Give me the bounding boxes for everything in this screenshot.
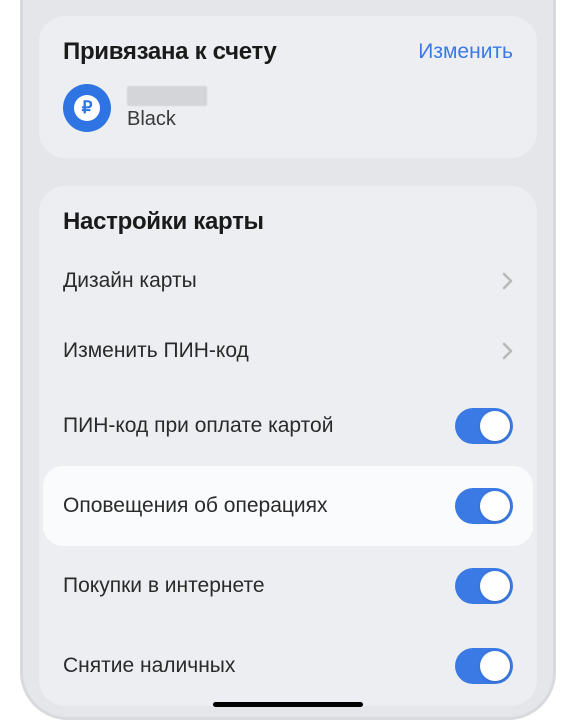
account-name-redacted: [127, 86, 207, 106]
row-label: Оповещения об операциях: [63, 494, 328, 518]
row-label: ПИН-код при оплате картой: [63, 414, 333, 438]
toggle-pin-on-payment[interactable]: [455, 408, 513, 444]
account-type-label: Black: [127, 108, 207, 131]
change-button[interactable]: Изменить: [418, 40, 513, 64]
row-pin-on-payment: ПИН-код при оплате картой: [39, 386, 537, 466]
row-operation-notifications: Оповещения об операциях: [43, 466, 533, 546]
account-header: Привязана к счету Изменить: [63, 38, 513, 66]
row-internet-purchases: Покупки в интернете: [39, 546, 537, 626]
row-label: Изменить ПИН-код: [63, 339, 249, 363]
row-cash-withdrawal: Снятие наличных: [39, 626, 537, 706]
account-card: Привязана к счету Изменить ₽ Black: [39, 16, 537, 158]
chevron-right-icon: [502, 342, 513, 360]
account-title: Привязана к счету: [63, 38, 277, 66]
row-label: Снятие наличных: [63, 654, 235, 678]
settings-section: Настройки карты Дизайн карты Изменить ПИ…: [39, 186, 537, 706]
phone-frame: Привязана к счету Изменить ₽ Black Настр…: [20, 0, 556, 720]
row-card-design[interactable]: Дизайн карты: [39, 246, 537, 316]
account-info: Black: [127, 86, 207, 131]
row-label: Дизайн карты: [63, 269, 197, 293]
row-label: Покупки в интернете: [63, 574, 265, 598]
account-row[interactable]: ₽ Black: [63, 84, 513, 132]
home-indicator[interactable]: [213, 702, 363, 707]
toggle-internet-purchases[interactable]: [455, 568, 513, 604]
row-change-pin[interactable]: Изменить ПИН-код: [39, 316, 537, 386]
ruble-icon: ₽: [63, 84, 111, 132]
chevron-right-icon: [502, 272, 513, 290]
toggle-cash-withdrawal[interactable]: [455, 648, 513, 684]
settings-title: Настройки карты: [39, 208, 537, 236]
toggle-operation-notifications[interactable]: [455, 488, 513, 524]
ruble-symbol: ₽: [74, 95, 100, 121]
